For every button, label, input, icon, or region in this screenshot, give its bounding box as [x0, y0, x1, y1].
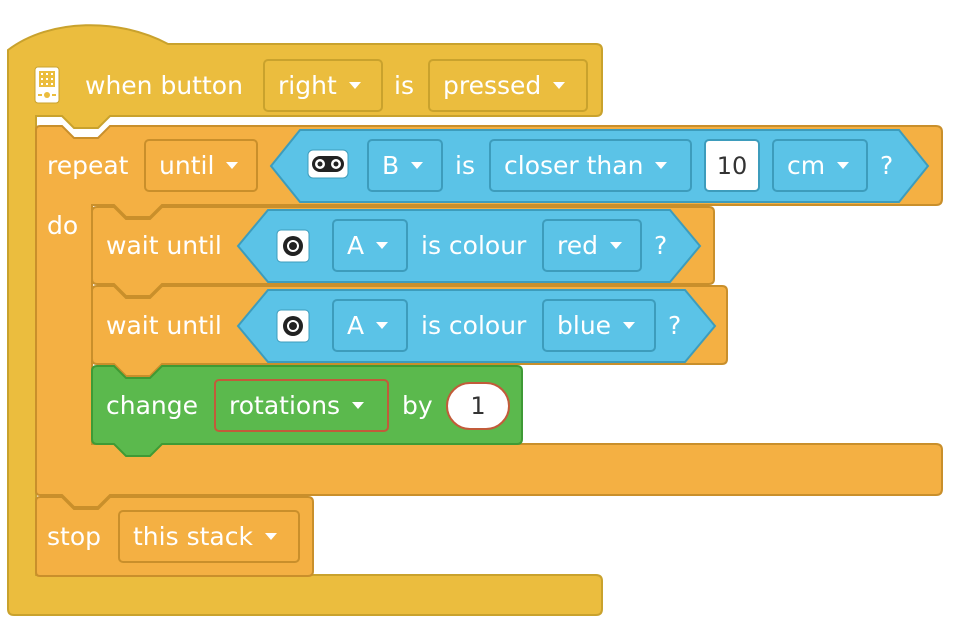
hub-icon — [34, 66, 60, 104]
chevron-down-icon — [376, 242, 389, 249]
chevron-down-icon — [411, 162, 424, 169]
chevron-down-icon — [553, 82, 566, 89]
wait-until-label-1: wait until — [106, 231, 222, 260]
distance-port-dropdown[interactable]: B — [367, 139, 443, 192]
do-label: do — [47, 211, 79, 240]
colour-question-mark-2: ? — [668, 311, 682, 340]
chevron-down-icon — [655, 162, 668, 169]
distance-input[interactable]: 10 — [704, 139, 760, 192]
colour-dropdown-1[interactable]: red — [542, 219, 642, 272]
colour-value-1: red — [557, 230, 598, 260]
chevron-down-icon — [376, 322, 389, 329]
chevron-down-icon — [226, 162, 239, 169]
chevron-down-icon — [623, 322, 636, 329]
chevron-down-icon — [352, 402, 365, 409]
amount-input[interactable]: 1 — [446, 382, 510, 430]
hat-is-label: is — [394, 71, 414, 100]
chevron-down-icon — [348, 82, 361, 89]
colour-port-value-2: A — [347, 310, 365, 340]
by-label: by — [402, 391, 433, 420]
comparison-dropdown[interactable]: closer than — [489, 139, 692, 192]
comparison-value: closer than — [504, 150, 644, 180]
stop-target-value: this stack — [133, 521, 253, 551]
is-colour-label-1: is colour — [421, 231, 527, 260]
repeat-mode-dropdown[interactable]: until — [144, 139, 258, 192]
variable-dropdown[interactable]: rotations — [214, 379, 389, 432]
chevron-down-icon — [609, 242, 622, 249]
distance-port-value: B — [382, 150, 400, 180]
colour-value-2: blue — [557, 310, 612, 340]
distance-is-label: is — [455, 151, 475, 180]
color-sensor-icon[interactable] — [276, 309, 310, 343]
colour-port-dropdown-1[interactable]: A — [332, 219, 408, 272]
button-state-value: pressed — [443, 70, 542, 100]
change-label: change — [106, 391, 199, 420]
distance-sensor-icon[interactable] — [307, 149, 349, 179]
stop-target-dropdown[interactable]: this stack — [118, 510, 300, 563]
repeat-label: repeat — [47, 151, 129, 180]
color-sensor-icon[interactable] — [276, 229, 310, 263]
button-dropdown-value: right — [278, 70, 337, 100]
stop-label: stop — [47, 522, 101, 551]
variable-value: rotations — [229, 390, 341, 420]
distance-question-mark: ? — [880, 151, 894, 180]
button-dropdown[interactable]: right — [263, 59, 383, 112]
button-state-dropdown[interactable]: pressed — [428, 59, 588, 112]
when-button-label: when button — [85, 71, 243, 100]
wait-until-label-2: wait until — [106, 311, 222, 340]
unit-dropdown[interactable]: cm — [772, 139, 868, 192]
unit-value: cm — [787, 150, 826, 180]
colour-dropdown-2[interactable]: blue — [542, 299, 656, 352]
is-colour-label-2: is colour — [421, 311, 527, 340]
repeat-mode-value: until — [159, 150, 215, 180]
chevron-down-icon — [837, 162, 850, 169]
chevron-down-icon — [264, 533, 277, 540]
colour-question-mark-1: ? — [654, 231, 668, 260]
colour-port-dropdown-2[interactable]: A — [332, 299, 408, 352]
colour-port-value-1: A — [347, 230, 365, 260]
